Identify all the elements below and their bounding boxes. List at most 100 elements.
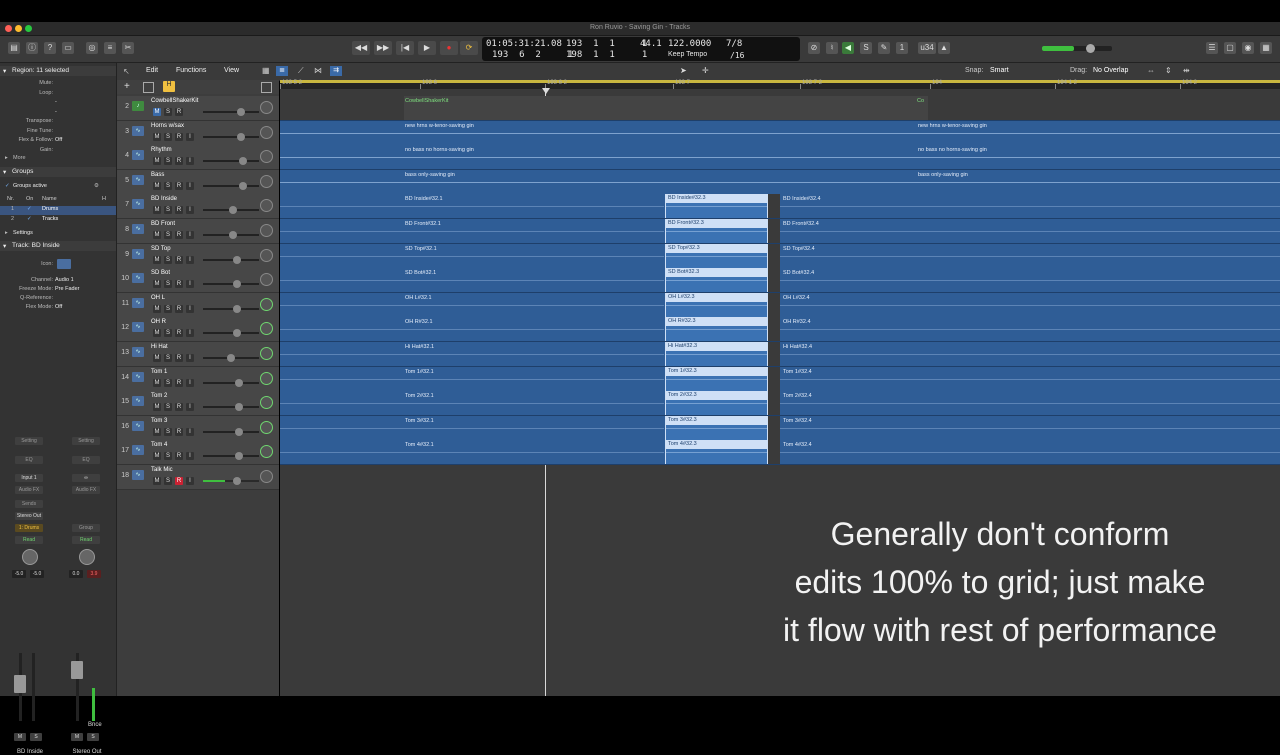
notepad-icon[interactable]: ▢ — [1224, 42, 1236, 54]
region-field[interactable]: Loop: — [0, 90, 116, 99]
track-header[interactable]: 3 ∿ Horns w/sax M S R I — [117, 120, 279, 146]
input-monitor-button[interactable]: I — [186, 132, 194, 141]
region-field[interactable]: - — [0, 99, 116, 108]
track-volume-fader[interactable] — [203, 132, 259, 141]
pan-knob[interactable] — [22, 549, 38, 565]
region-inspector-header[interactable]: ▾ Region: 11 selected — [0, 66, 116, 76]
track-inspector-header[interactable]: ▾ Track: BD Inside — [0, 241, 116, 251]
track-volume-fader[interactable] — [203, 304, 259, 313]
track-header[interactable]: 15 ∿ Tom 2 MSRI — [117, 391, 279, 417]
track-lane[interactable]: Tom 3#32.1 Tom 3#32.3 Tom 3#32.4 — [280, 415, 1280, 441]
mute-button[interactable]: M — [153, 378, 161, 387]
solo-button[interactable]: S — [164, 231, 172, 239]
pan-knob[interactable] — [260, 445, 273, 459]
track-header[interactable]: 10 ∿ SD Bot M S R I — [117, 268, 279, 294]
selected-region[interactable]: SD Bot#32.3 — [665, 268, 768, 293]
input-monitor-button[interactable]: I — [186, 477, 194, 485]
functions-menu[interactable]: Functions — [176, 67, 206, 74]
strip-setting-button[interactable]: Setting — [72, 437, 100, 445]
duplicate-track-icon[interactable] — [143, 82, 154, 93]
region-field[interactable]: - — [0, 109, 116, 118]
strip-automation-button[interactable]: Read — [15, 536, 43, 544]
track-header[interactable]: 7 ∿ BD Inside M S R I — [117, 194, 279, 220]
track-volume-fader[interactable] — [203, 403, 259, 412]
waveform-icon[interactable]: ∿ — [132, 470, 144, 480]
input-monitor-button[interactable]: I — [186, 231, 194, 239]
library-icon[interactable]: ▤ — [8, 42, 20, 54]
help-icon[interactable]: ? — [44, 42, 56, 54]
solo-button[interactable]: S — [164, 132, 172, 141]
input-monitor-button[interactable]: I — [186, 206, 194, 215]
record-enable-button[interactable]: R — [175, 255, 183, 264]
mute-button[interactable]: M — [153, 132, 161, 141]
track-volume-fader[interactable] — [203, 452, 259, 461]
solo-button[interactable]: S — [164, 452, 172, 461]
record-enable-button[interactable]: R — [175, 231, 183, 239]
flex-icon[interactable]: ⋈ — [314, 66, 322, 75]
track-volume-fader[interactable] — [203, 181, 259, 190]
record-enable-button[interactable]: R — [175, 181, 183, 190]
region-field[interactable]: Flex & Follow: Off — [0, 137, 116, 146]
volume-fader-handle[interactable] — [14, 675, 26, 693]
record-enable-button[interactable]: R — [175, 157, 183, 166]
pan-knob[interactable] — [260, 273, 273, 287]
pan-knob[interactable] — [260, 371, 273, 385]
waveform-icon[interactable] — [57, 259, 71, 269]
mute-button[interactable]: M — [153, 157, 161, 166]
tuner-icon[interactable]: ♮ — [826, 42, 838, 54]
drag-dropdown[interactable]: No Overlap — [1093, 67, 1128, 74]
track-lane[interactable]: Tom 2#32.1 Tom 2#32.3 Tom 2#32.4 — [280, 391, 1280, 417]
track-name[interactable]: Tom 4 — [151, 442, 167, 448]
strip-audio-fx-button[interactable]: Audio FX — [72, 486, 100, 494]
input-monitor-button[interactable]: I — [186, 255, 194, 264]
count-in-icon[interactable]: 1 — [896, 42, 908, 54]
pan-knob[interactable] — [260, 322, 273, 336]
waveform-icon[interactable]: ∿ — [132, 420, 144, 431]
waveform-icon[interactable]: ∿ — [132, 248, 144, 259]
pencil-icon[interactable]: ✎ — [878, 42, 890, 54]
solo-button[interactable]: S — [164, 477, 172, 485]
strip-group-button[interactable]: 1: Drums — [15, 524, 43, 532]
playhead-handle[interactable] — [542, 88, 550, 94]
selected-region[interactable]: Tom 1#32.3 — [665, 366, 768, 391]
play-button[interactable]: ▶ — [418, 41, 436, 55]
track-header[interactable]: 13 ∿ Hi Hat M S R I — [117, 342, 279, 367]
track-field[interactable]: Flex Mode: Off — [0, 304, 116, 313]
track-lane[interactable]: Tom 4#32.1 Tom 4#32.3 Tom 4#32.4 — [280, 440, 1280, 466]
waveform-icon[interactable]: ∿ — [132, 297, 144, 308]
pan-knob[interactable] — [260, 101, 273, 114]
strip-group-button[interactable]: Group — [72, 524, 100, 532]
waveform-icon[interactable]: ∿ — [132, 224, 144, 234]
solo-button[interactable]: S — [164, 354, 172, 362]
pan-knob[interactable] — [79, 549, 95, 565]
strip-automation-button[interactable]: Read — [72, 536, 100, 544]
record-enable-button[interactable]: R — [175, 329, 183, 338]
track-name[interactable]: BD Front — [151, 221, 175, 227]
track-lane[interactable]: bass only-saving gin bass only-saving gin — [280, 169, 1280, 195]
track-field[interactable]: Freeze Mode: Pre Fader — [0, 286, 116, 295]
mute-button[interactable]: M — [153, 108, 161, 116]
record-enable-button[interactable]: R — [175, 378, 183, 387]
track-field[interactable]: Q-Reference: — [0, 295, 116, 304]
track-name[interactable]: SD Bot — [151, 270, 170, 276]
track-header[interactable]: 5 ∿ Bass M S R I — [117, 169, 279, 195]
waveform-icon[interactable]: ∿ — [132, 445, 144, 456]
bar-ruler[interactable]: 193 5 2 193 6 193 6 2 193 7 193 7 2 194 194 1 … — [280, 80, 1280, 89]
pan-knob[interactable] — [260, 150, 273, 164]
strip-setting-button[interactable]: Setting — [15, 437, 43, 445]
toolbar-icon[interactable]: ▭ — [62, 42, 74, 54]
list-editors-icon[interactable]: ☰ — [1206, 42, 1218, 54]
track-lane[interactable]: no bass no horns-saving gin no bass no ho… — [280, 145, 1280, 171]
region-field[interactable]: Fine Tune: — [0, 128, 116, 137]
track-volume-fader[interactable] — [203, 378, 259, 387]
add-track-icon[interactable]: + — [124, 81, 130, 92]
solo-button[interactable]: S — [164, 181, 172, 190]
selected-region[interactable]: OH R#32.3 — [665, 317, 768, 342]
input-monitor-button[interactable]: I — [186, 280, 194, 289]
pan-knob[interactable] — [260, 297, 273, 311]
zoom-fit-icon[interactable]: ⇹ — [1183, 66, 1190, 75]
selected-region[interactable]: Tom 3#32.3 — [665, 415, 768, 440]
groups-active-checkbox[interactable]: ✓ Groups active ⚙ — [0, 183, 116, 192]
record-enable-button[interactable]: R — [175, 304, 183, 313]
region-field[interactable]: Mute: — [0, 80, 116, 89]
